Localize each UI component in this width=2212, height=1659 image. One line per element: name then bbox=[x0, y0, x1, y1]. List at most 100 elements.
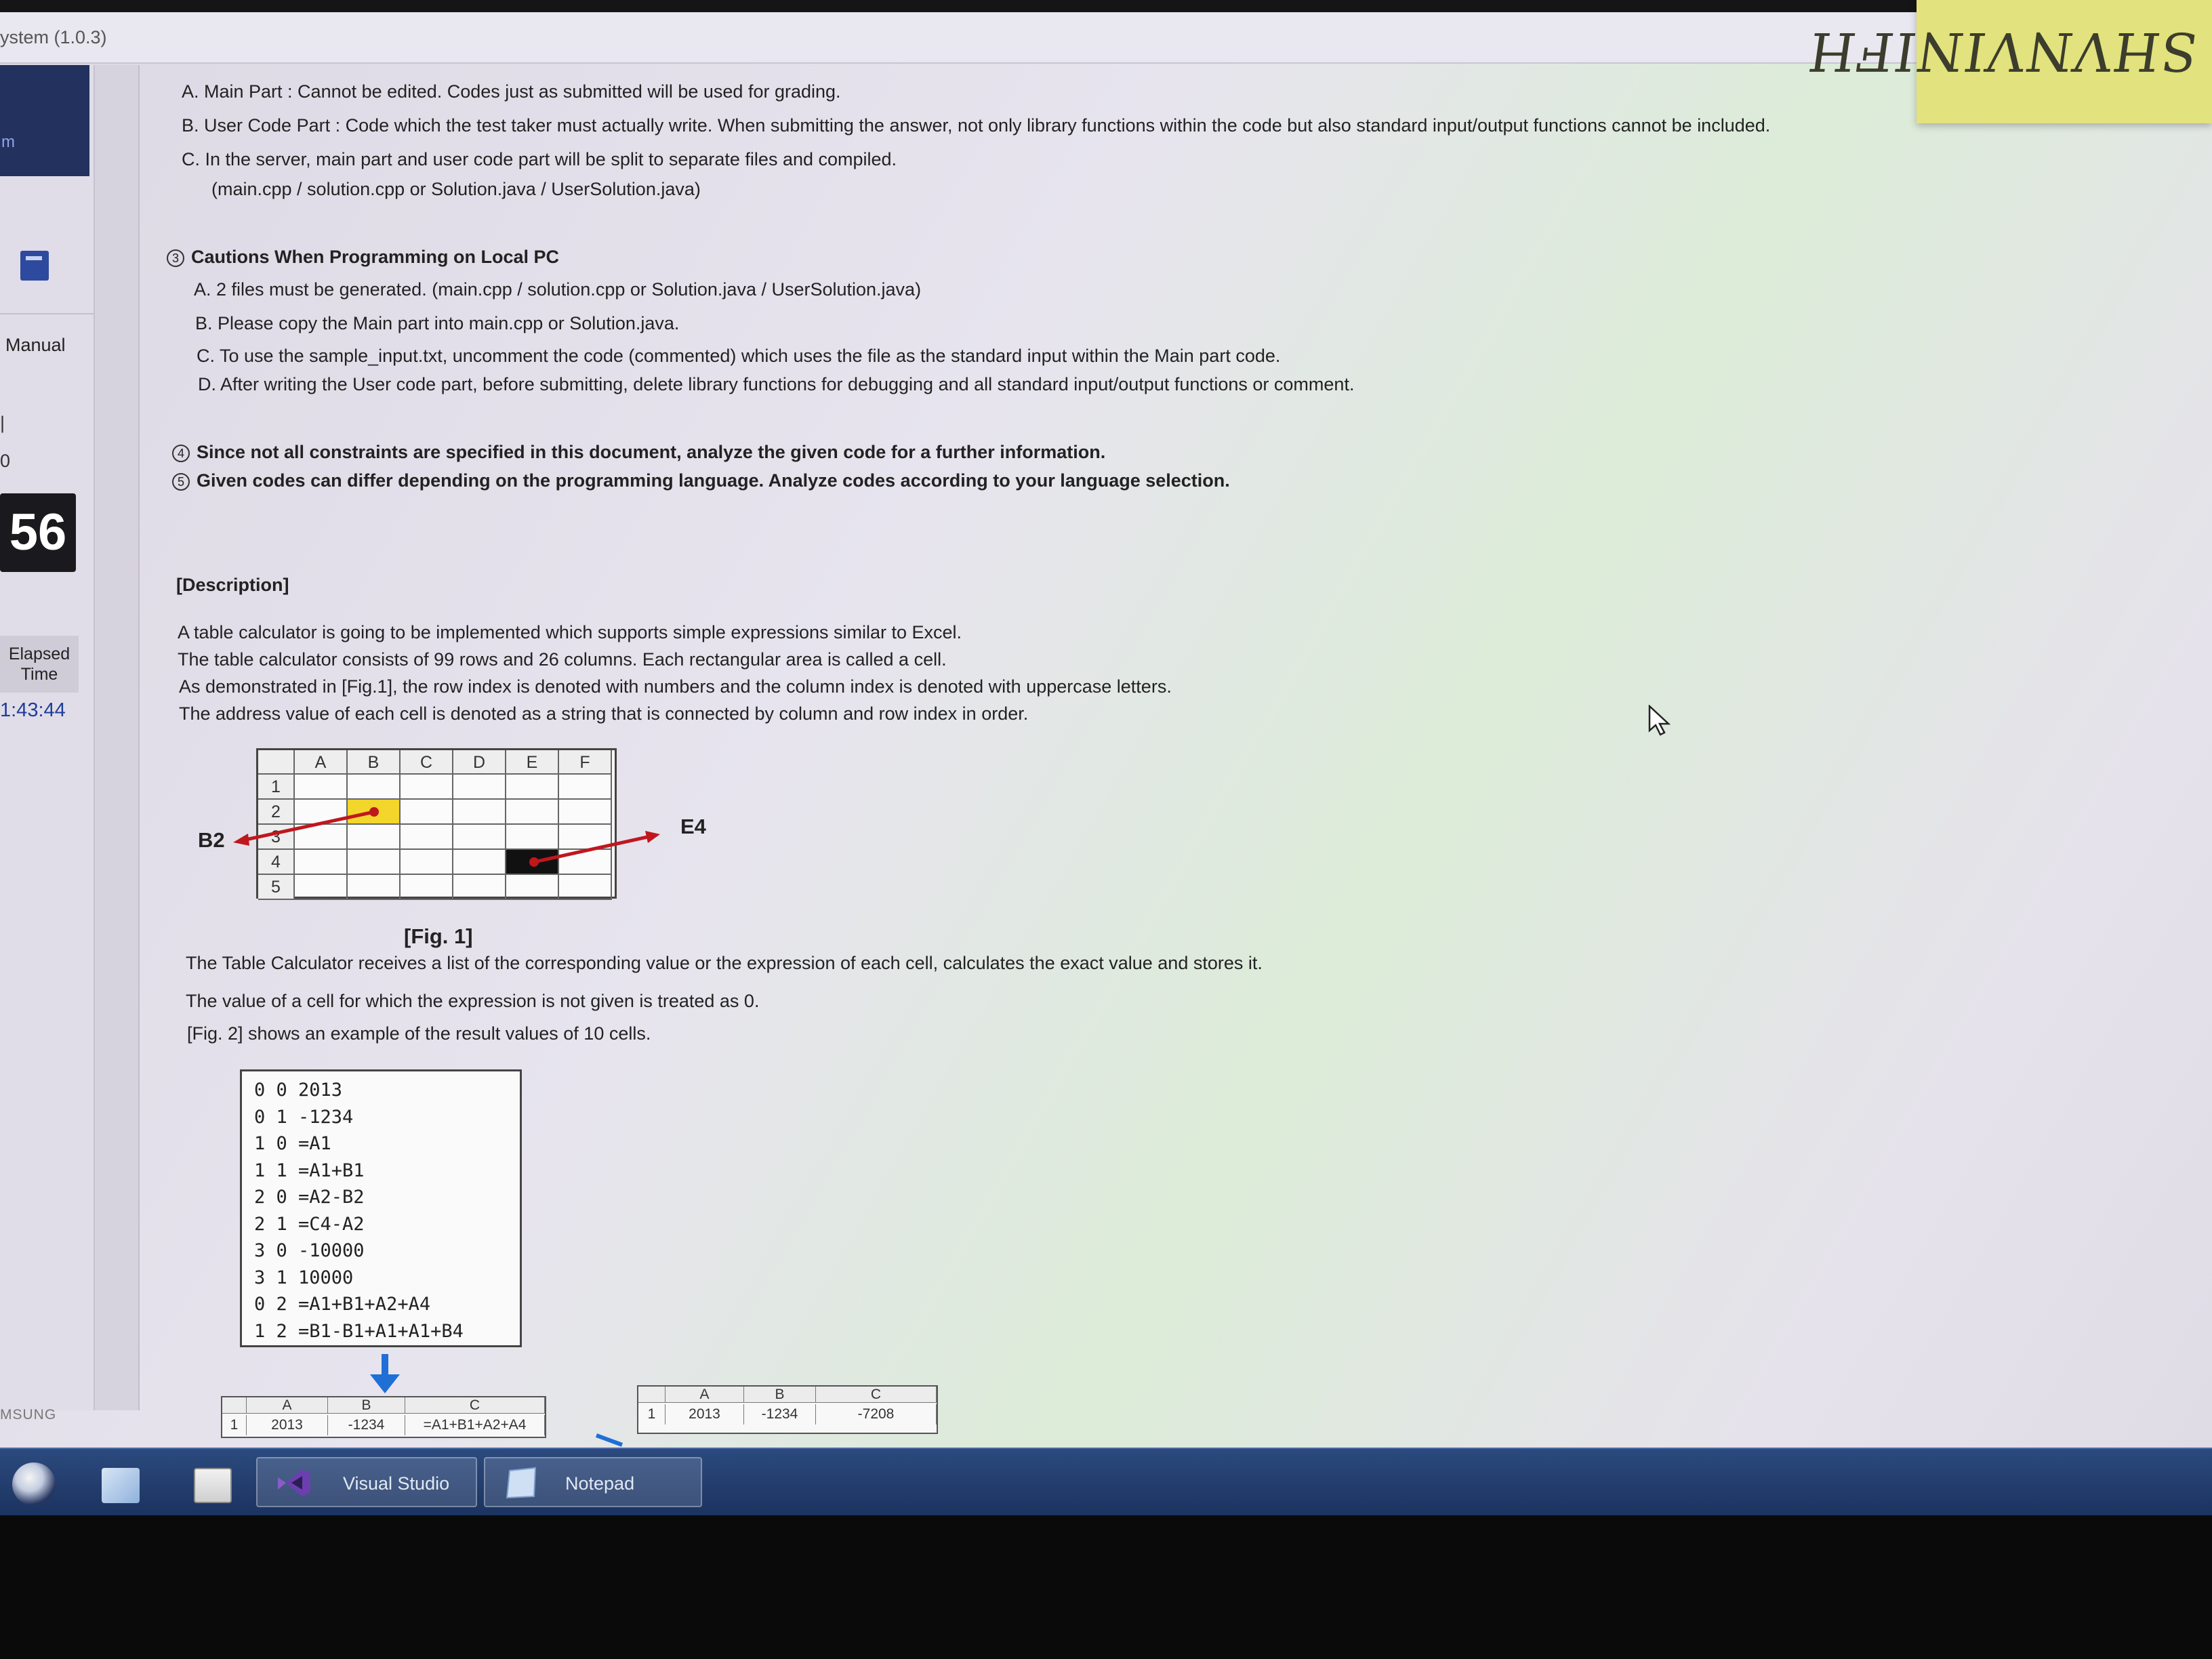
grid-cell-d5 bbox=[453, 875, 506, 900]
grid-column-header: B bbox=[348, 750, 401, 775]
grid-cell-c3 bbox=[401, 825, 453, 850]
manual-button[interactable]: Manual bbox=[0, 179, 94, 355]
table-header: A bbox=[665, 1387, 744, 1403]
window-title: ystem (1.0.3) bbox=[0, 27, 107, 47]
grid-cell-a4 bbox=[295, 850, 348, 875]
grid-cell-b5 bbox=[348, 875, 401, 900]
grid-corner bbox=[258, 750, 295, 775]
elapsed-time-label: Elapsed Time bbox=[0, 636, 79, 693]
fig2-input-table: A B C 1 2013 -1234 =A1+B1+A2+A4 bbox=[221, 1396, 546, 1438]
code-line: 3 0 -10000 bbox=[254, 1240, 365, 1261]
elapsed-time-value: 1:43:44 bbox=[0, 699, 66, 721]
list-item-c: C. In the server, main part and user cod… bbox=[182, 149, 897, 169]
sticky-note-handwriting: SHVNVINIFH bbox=[1803, 20, 2202, 81]
table-cell: =A1+B1+A2+A4 bbox=[405, 1415, 545, 1435]
grid-cell-b3 bbox=[348, 825, 401, 850]
table-header: C bbox=[816, 1387, 937, 1403]
table-cell: -1234 bbox=[328, 1415, 405, 1435]
book-icon bbox=[20, 251, 49, 281]
table-header: B bbox=[328, 1397, 405, 1414]
grid-row-header: 2 bbox=[258, 800, 295, 825]
description-line-2: The table calculator consists of 99 rows… bbox=[178, 649, 947, 670]
grid-cell-e5 bbox=[506, 875, 559, 900]
section-3-heading: 3 Cautions When Programming on Local PC bbox=[167, 247, 559, 268]
table-cell: -1234 bbox=[744, 1404, 816, 1425]
note-4-number: 4 bbox=[172, 444, 190, 462]
grid-cell-c5 bbox=[401, 875, 453, 900]
notepad-pinned-icon[interactable] bbox=[102, 1468, 140, 1503]
grid-cell-a2 bbox=[295, 800, 348, 825]
description-line-3: As demonstrated in [Fig.1], the row inde… bbox=[179, 676, 1172, 697]
taskbar-item-notepad[interactable]: Notepad bbox=[484, 1457, 702, 1507]
note-5: 5 Given codes can differ depending on the… bbox=[172, 470, 1230, 491]
table-header: A bbox=[247, 1397, 328, 1414]
grid-row-header: 3 bbox=[258, 825, 295, 850]
grid-column-header: D bbox=[453, 750, 506, 775]
left-sidebar: m Manual | 0 56 Elapsed Time 1:43:44 bbox=[0, 65, 95, 1410]
sidebar-fragment-1: | bbox=[0, 413, 5, 433]
grid-cell-f3 bbox=[559, 825, 612, 850]
monitor-bezel-bottom bbox=[0, 1517, 2212, 1659]
grid-row-header: 5 bbox=[258, 875, 295, 900]
grid-row-header: 1 bbox=[258, 775, 295, 800]
nav-tile[interactable]: m bbox=[0, 65, 89, 176]
table-header: B bbox=[744, 1387, 816, 1403]
sidebar-fragment: | 0 bbox=[0, 404, 10, 480]
description-line-7: [Fig. 2] shows an example of the result … bbox=[187, 1023, 651, 1044]
grid-cell-f1 bbox=[559, 775, 612, 800]
description-line-6: The value of a cell for which the expres… bbox=[186, 991, 760, 1011]
example-input-box: 0 0 2013 0 1 -1234 1 0 =A1 1 1 =A1+B1 2 0 =A… bbox=[240, 1069, 522, 1347]
description-line-5: The Table Calculator receives a list of … bbox=[186, 953, 1263, 973]
caution-b: B. Please copy the Main part into main.c… bbox=[195, 313, 680, 333]
elapsed-label-line-1: Elapsed bbox=[8, 644, 70, 663]
note-4: 4 Since not all constraints are specified… bbox=[172, 442, 1105, 463]
section-3-title: Cautions When Programming on Local PC bbox=[191, 247, 560, 267]
table-cell: -7208 bbox=[816, 1404, 937, 1425]
code-line: 2 1 =C4-A2 bbox=[254, 1213, 365, 1235]
down-arrow-icon bbox=[370, 1354, 400, 1393]
grid-cell-f4 bbox=[559, 850, 612, 875]
grid-column-header: E bbox=[506, 750, 559, 775]
taskbar-item-label: Notepad bbox=[565, 1473, 635, 1494]
grid-column-header: C bbox=[401, 750, 453, 775]
caution-c: C. To use the sample_input.txt, uncommen… bbox=[197, 346, 1281, 366]
grid-cell-d2 bbox=[453, 800, 506, 825]
table-cell: 2013 bbox=[247, 1415, 328, 1435]
sidebar-gutter bbox=[95, 65, 140, 1410]
grid-cell-a3 bbox=[295, 825, 348, 850]
grid-cell-f5 bbox=[559, 875, 612, 900]
note-5-text: Given codes can differ depending on the … bbox=[197, 470, 1230, 491]
manual-label: Manual bbox=[5, 335, 66, 355]
code-line: 0 1 -1234 bbox=[254, 1106, 354, 1128]
grid-cell-d4 bbox=[453, 850, 506, 875]
monitor-bezel-top bbox=[0, 0, 2212, 12]
timer-counter: 56 bbox=[0, 493, 76, 572]
table-row-number: 1 bbox=[638, 1404, 665, 1425]
notepad-icon bbox=[506, 1467, 537, 1499]
list-item-c-files: (main.cpp / solution.cpp or Solution.jav… bbox=[211, 179, 701, 199]
elapsed-label-line-2: Time bbox=[20, 665, 58, 684]
grid-cell-b1 bbox=[348, 775, 401, 800]
document-pinned-icon[interactable] bbox=[194, 1468, 232, 1503]
description-heading: [Description] bbox=[176, 575, 289, 595]
visual-studio-icon bbox=[278, 1469, 310, 1496]
code-line: 0 2 =A1+B1+A2+A4 bbox=[254, 1294, 431, 1315]
description-line-1: A table calculator is going to be implem… bbox=[178, 622, 962, 642]
start-button[interactable] bbox=[12, 1462, 56, 1506]
fig1-label-right: E4 bbox=[680, 815, 706, 838]
code-line: 0 0 2013 bbox=[254, 1080, 343, 1101]
grid-cell-e2 bbox=[506, 800, 559, 825]
code-line: 3 1 10000 bbox=[254, 1267, 354, 1288]
caution-a: A. 2 files must be generated. (main.cpp … bbox=[194, 279, 922, 300]
sidebar-fragment-2: 0 bbox=[0, 451, 11, 471]
taskbar-item-visual-studio[interactable]: Visual Studio bbox=[256, 1457, 477, 1507]
grid-cell-e4 bbox=[506, 850, 559, 875]
grid-cell-e3 bbox=[506, 825, 559, 850]
note-5-number: 5 bbox=[172, 472, 190, 491]
grid-column-header: F bbox=[559, 750, 612, 775]
grid-cell-e1 bbox=[506, 775, 559, 800]
fig1-spreadsheet-grid: ABCDEF 12345 bbox=[256, 748, 617, 900]
grid-cell-a1 bbox=[295, 775, 348, 800]
code-line: 1 0 =A1 bbox=[254, 1133, 331, 1154]
table-cell: 2013 bbox=[665, 1404, 744, 1425]
